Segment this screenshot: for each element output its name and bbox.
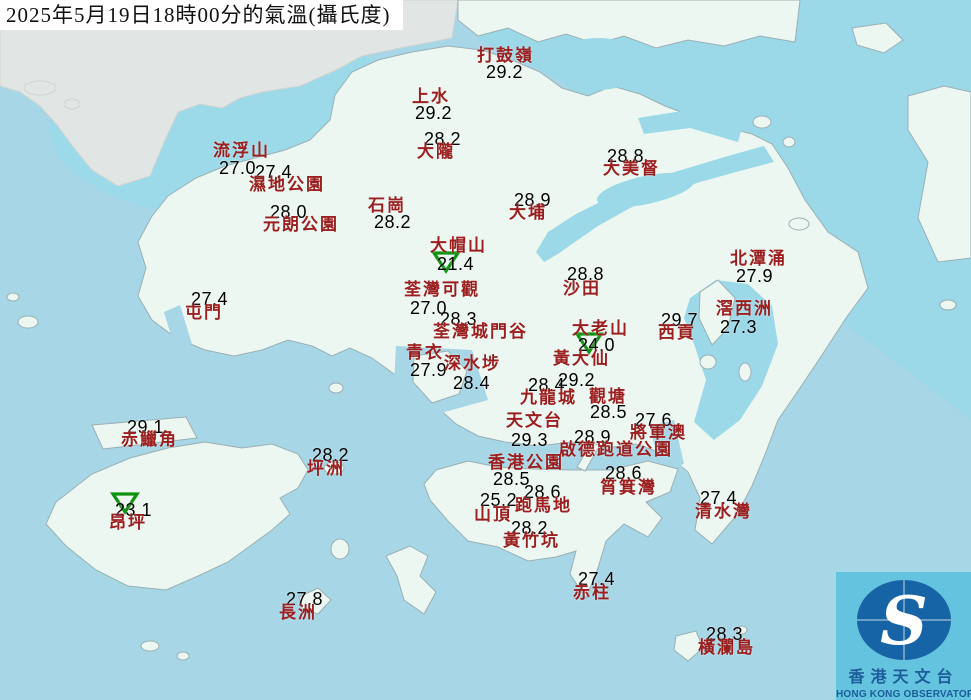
station-label: 打鼓嶺	[477, 47, 534, 64]
station-label: 將軍澳	[630, 424, 687, 441]
station-label: 上水	[412, 88, 450, 105]
station-temp: 28.4	[453, 374, 490, 392]
station-label: 荃灣可觀	[404, 281, 480, 298]
station-label: 長洲	[279, 604, 317, 621]
station-label: 橫瀾島	[698, 639, 755, 656]
station-label: 啟德跑道公園	[559, 441, 673, 458]
logo-name-chinese: 香港天文台	[836, 663, 971, 687]
station-temp: 29.2	[415, 104, 452, 122]
station-label: 赤柱	[573, 584, 611, 601]
station-label: 石崗	[368, 197, 406, 214]
station-label: 黃竹坑	[503, 532, 560, 549]
station-temp: 21.4	[437, 255, 474, 273]
hko-temperature-map-screen: 2025年5月19日18時00分的氣溫(攝氏度) 29.2打鼓嶺29.2上水28…	[0, 0, 971, 700]
station-label: 元朗公園	[263, 216, 339, 233]
station-label: 觀塘	[589, 388, 627, 405]
station-label: 跑馬地	[515, 497, 572, 514]
station-label: 昂坪	[109, 514, 147, 531]
station-label: 天文台	[506, 412, 563, 429]
station-label: 沙田	[563, 280, 601, 297]
station-label: 深水埗	[444, 355, 501, 372]
station-label: 大帽山	[430, 237, 487, 254]
station-label: 大美督	[603, 160, 660, 177]
station-label: 濕地公園	[249, 176, 325, 193]
station-label: 北潭涌	[730, 250, 787, 267]
station-temp: 28.2	[374, 213, 411, 231]
station-label: 流浮山	[213, 142, 270, 159]
observatory-logo-icon: S	[854, 578, 954, 662]
logo-name-english: HONG KONG OBSERVATORY	[836, 689, 971, 700]
station-label: 西貢	[658, 324, 696, 341]
station-label: 香港公園	[488, 454, 564, 471]
station-temp: 29.2	[486, 63, 523, 81]
station-label: 大隴	[417, 143, 455, 160]
station-label: 赤鱲角	[121, 431, 178, 448]
station-temp: 27.9	[736, 267, 773, 285]
hko-logo: S 香港天文台 HONG KONG OBSERVATORY	[836, 572, 971, 700]
station-temp: 27.3	[720, 318, 757, 336]
station-temp: 29.3	[511, 431, 548, 449]
svg-text:S: S	[880, 582, 928, 660]
station-label: 坪洲	[307, 460, 345, 477]
station-label: 黃大仙	[553, 350, 610, 367]
station-label: 清水灣	[695, 503, 752, 520]
station-label: 大埔	[509, 204, 547, 221]
station-label: 青衣	[406, 344, 444, 361]
station-label: 九龍城	[520, 389, 577, 406]
station-label: 筲箕灣	[600, 479, 657, 496]
station-label: 山頂	[474, 506, 512, 523]
station-temp: 27.9	[410, 361, 447, 379]
stations-layer: 29.2打鼓嶺29.2上水28.2大隴27.0流浮山27.4濕地公園28.0元朗…	[0, 0, 971, 700]
station-label: 荃灣城門谷	[433, 323, 528, 340]
station-label: 大老山	[572, 320, 629, 337]
station-label: 屯門	[185, 304, 223, 321]
station-label: 滘西洲	[716, 300, 773, 317]
